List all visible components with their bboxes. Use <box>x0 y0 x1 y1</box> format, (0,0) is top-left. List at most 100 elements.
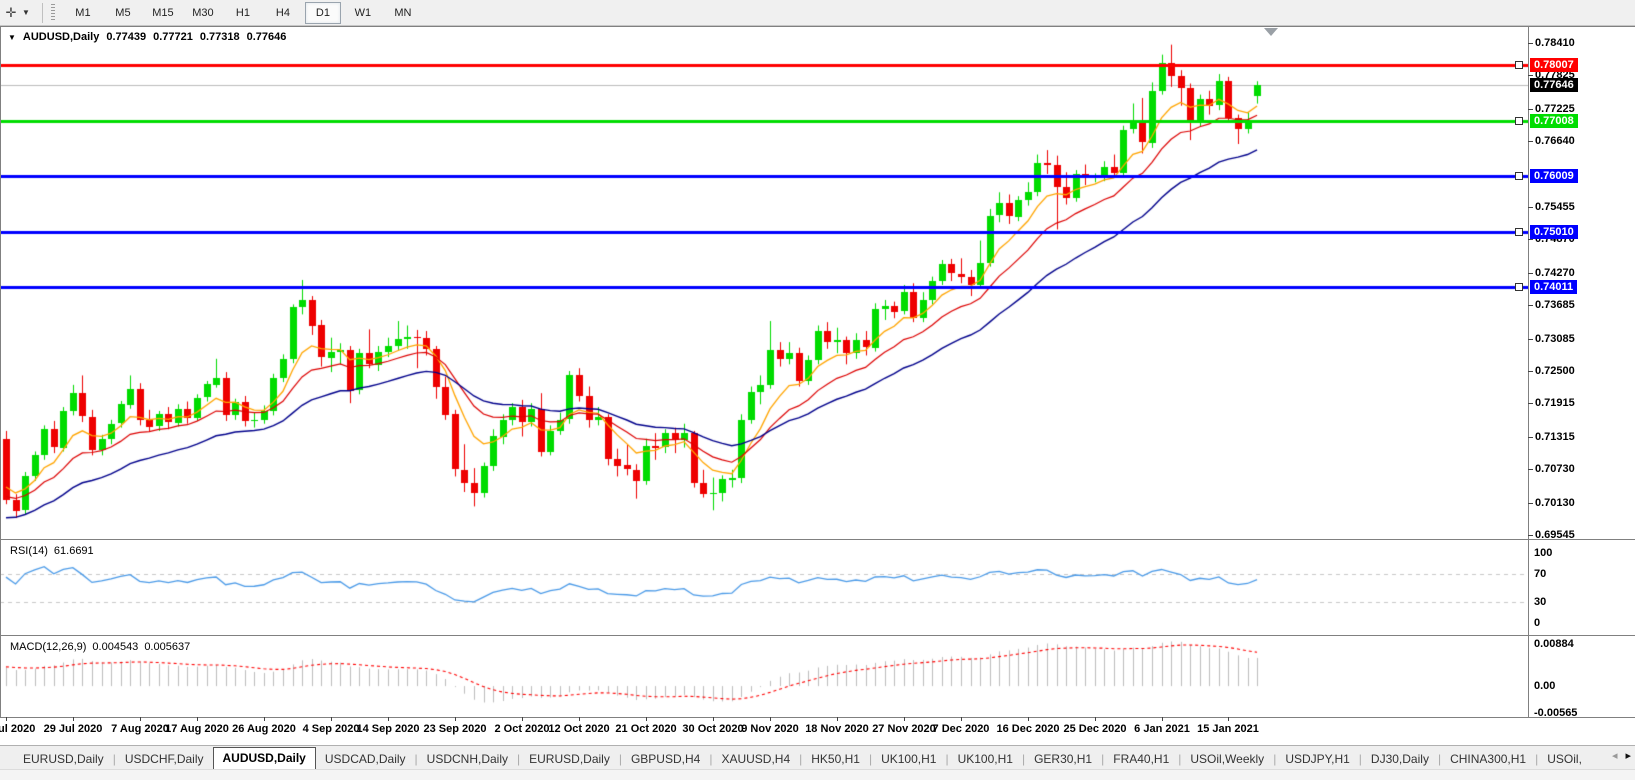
status-strip <box>0 769 1635 780</box>
tab-uk100-h1[interactable]: UK100,H1 <box>949 749 1022 770</box>
chart-symbol-label: AUDUSD,Daily <box>23 31 99 43</box>
tab-usdjpy-h1[interactable]: USDJPY,H1 <box>1276 749 1358 770</box>
tab-usoil[interactable]: USOil, <box>1538 749 1591 770</box>
date-axis-tick <box>6 717 7 721</box>
tab-hk50-h1[interactable]: HK50,H1 <box>802 749 869 770</box>
main-rsi-separator[interactable] <box>0 539 1635 540</box>
tf-button-h1[interactable]: H1 <box>225 2 261 24</box>
tab-fra40-h1[interactable]: FRA40,H1 <box>1104 749 1178 770</box>
tab-usdcad-daily[interactable]: USDCAD,Daily <box>316 749 415 770</box>
price-axis-label: 0.74270 <box>1535 267 1575 279</box>
price-axis-tick <box>1528 273 1533 274</box>
price-axis-tick <box>1528 469 1533 470</box>
bar-low-value: 0.77318 <box>200 31 240 43</box>
price-axis-tick <box>1528 371 1533 372</box>
date-axis-tick <box>1095 717 1096 721</box>
date-axis-tick <box>770 717 771 721</box>
price-axis-tick <box>1528 437 1533 438</box>
current-price-badge: 0.77646 <box>1530 78 1578 92</box>
price-axis-tick <box>1528 239 1533 240</box>
toolbar-separator <box>42 3 43 23</box>
tab-usdcnh-daily[interactable]: USDCNH,Daily <box>418 749 517 770</box>
tab-ger30-h1[interactable]: GER30,H1 <box>1025 749 1101 770</box>
tab-eurusd-daily[interactable]: EURUSD,Daily <box>520 749 619 770</box>
bar-close-value: 0.77646 <box>247 31 287 43</box>
crosshair-tool-icon[interactable]: ✛ <box>2 4 20 22</box>
tab-scroll-arrows: ◂ ▸ <box>1612 749 1631 762</box>
bar-open-value: 0.77439 <box>106 31 146 43</box>
rsi-indicator-label: RSI(14) 61.6691 <box>10 545 94 557</box>
tf-button-m5[interactable]: M5 <box>105 2 141 24</box>
date-axis-tick <box>197 717 198 721</box>
price-axis-tick <box>1528 207 1533 208</box>
level-line-handle[interactable] <box>1515 61 1523 69</box>
date-axis-tick <box>713 717 714 721</box>
tf-button-w1[interactable]: W1 <box>345 2 381 24</box>
tab-gbpusd-h4[interactable]: GBPUSD,H4 <box>622 749 709 770</box>
tab-scroll-right-icon[interactable]: ▸ <box>1625 749 1631 762</box>
rsi-axis-label: 70 <box>1534 568 1546 580</box>
chevron-down-icon[interactable]: ▼ <box>22 8 30 17</box>
chart-menu-caret-icon[interactable]: ▼ <box>8 33 16 42</box>
tf-button-h4[interactable]: H4 <box>265 2 301 24</box>
date-axis-tick <box>579 717 580 721</box>
price-axis-label: 0.73085 <box>1535 333 1575 345</box>
tf-button-m30[interactable]: M30 <box>185 2 221 24</box>
date-axis-tick <box>455 717 456 721</box>
tf-button-mn[interactable]: MN <box>385 2 421 24</box>
tab-audusd-daily[interactable]: AUDUSD,Daily <box>213 747 316 770</box>
tab-xauusd-h4[interactable]: XAUUSD,H4 <box>712 749 799 770</box>
macd-main-value: 0.004543 <box>92 641 138 653</box>
tab-usoil-weekly[interactable]: USOil,Weekly <box>1181 749 1273 770</box>
tf-button-m1[interactable]: M1 <box>65 2 101 24</box>
toolbar-grip-handle[interactable] <box>51 4 55 22</box>
rsi-macd-separator[interactable] <box>0 635 1635 636</box>
tf-button-d1[interactable]: D1 <box>305 2 341 24</box>
level-line-handle[interactable] <box>1515 117 1523 125</box>
tab-eurusd-daily[interactable]: EURUSD,Daily <box>14 749 113 770</box>
level-price-badge: 0.76009 <box>1530 169 1578 183</box>
date-axis-tick <box>264 717 265 721</box>
date-axis-tick <box>1228 717 1229 721</box>
chart-tab-bar: EURUSD,Daily|USDCHF,DailyAUDUSD,DailyUSD… <box>0 745 1635 770</box>
level-price-badge: 0.78007 <box>1530 58 1578 72</box>
rsi-axis-label: 100 <box>1534 547 1552 559</box>
level-line-handle[interactable] <box>1515 172 1523 180</box>
level-line-handle[interactable] <box>1515 228 1523 236</box>
macd-axis-label: -0.00565 <box>1534 707 1577 719</box>
price-axis-tick <box>1528 305 1533 306</box>
date-axis-tick <box>522 717 523 721</box>
price-axis-label: 0.75455 <box>1535 201 1575 213</box>
date-axis-tick <box>1162 717 1163 721</box>
tf-button-m15[interactable]: M15 <box>145 2 181 24</box>
macd-indicator-label: MACD(12,26,9) 0.004543 0.005637 <box>10 641 190 653</box>
chart-top-border <box>0 26 1635 27</box>
rsi-current-value: 61.6691 <box>54 545 94 557</box>
tab-uk100-h1[interactable]: UK100,H1 <box>872 749 945 770</box>
date-axis-tick <box>961 717 962 721</box>
rsi-axis-label: 0 <box>1534 617 1540 629</box>
bar-high-value: 0.77721 <box>153 31 193 43</box>
price-chart-canvas[interactable] <box>0 26 1528 717</box>
level-line-handle[interactable] <box>1515 283 1523 291</box>
price-axis-label: 0.70130 <box>1535 497 1575 509</box>
tab-usdchf-daily[interactable]: USDCHF,Daily <box>116 749 213 770</box>
price-axis-label: 0.73685 <box>1535 299 1575 311</box>
price-axis-tick <box>1528 75 1533 76</box>
rsi-axis-label: 30 <box>1534 596 1546 608</box>
date-axis-tick <box>646 717 647 721</box>
price-axis-label: 0.78410 <box>1535 37 1575 49</box>
tab-china300-h1[interactable]: CHINA300,H1 <box>1441 749 1535 770</box>
chart-left-border <box>0 26 1 717</box>
price-axis-label: 0.69545 <box>1535 529 1575 541</box>
price-axis-tick <box>1528 43 1533 44</box>
price-axis-tick <box>1528 109 1533 110</box>
level-price-badge: 0.74011 <box>1530 280 1577 294</box>
chart-shift-marker-icon[interactable] <box>1264 28 1278 36</box>
price-axis-tick <box>1528 141 1533 142</box>
date-axis-tick <box>1028 717 1029 721</box>
tab-dj30-daily[interactable]: DJ30,Daily <box>1362 749 1438 770</box>
date-axis-tick <box>904 717 905 721</box>
tab-scroll-left-icon[interactable]: ◂ <box>1612 749 1618 762</box>
level-price-badge: 0.77008 <box>1530 114 1578 128</box>
